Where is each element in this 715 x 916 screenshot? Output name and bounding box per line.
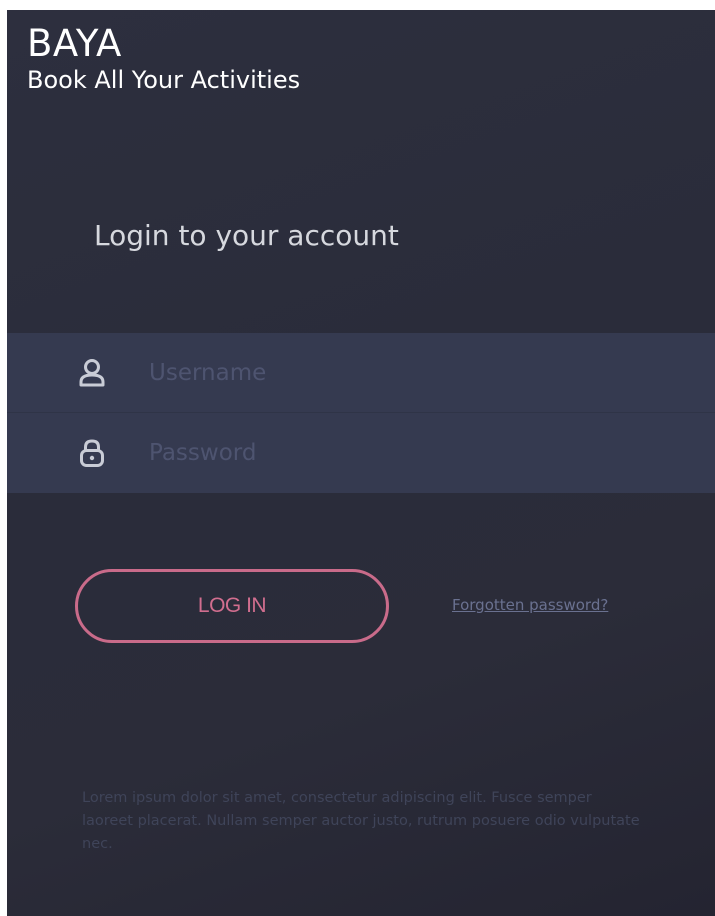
password-input[interactable]	[149, 432, 649, 473]
login-fields	[7, 333, 715, 493]
footer-text: Lorem ipsum dolor sit amet, consectetur …	[82, 790, 640, 852]
username-row	[7, 333, 715, 412]
app-tagline: Book All Your Activities	[27, 66, 301, 94]
lock-icon	[80, 438, 104, 467]
forgot-password-link[interactable]: Forgotten password?	[452, 596, 608, 614]
username-input[interactable]	[149, 352, 649, 393]
app-name: BAYA	[27, 22, 122, 65]
login-screen: BAYA Book All Your Activities Login to y…	[7, 10, 715, 916]
user-icon	[79, 358, 105, 386]
login-heading: Login to your account	[94, 219, 399, 252]
login-button[interactable]: LOG IN	[75, 569, 389, 643]
brand-header: BAYA Book All Your Activities	[27, 22, 300, 94]
password-row	[7, 412, 715, 492]
